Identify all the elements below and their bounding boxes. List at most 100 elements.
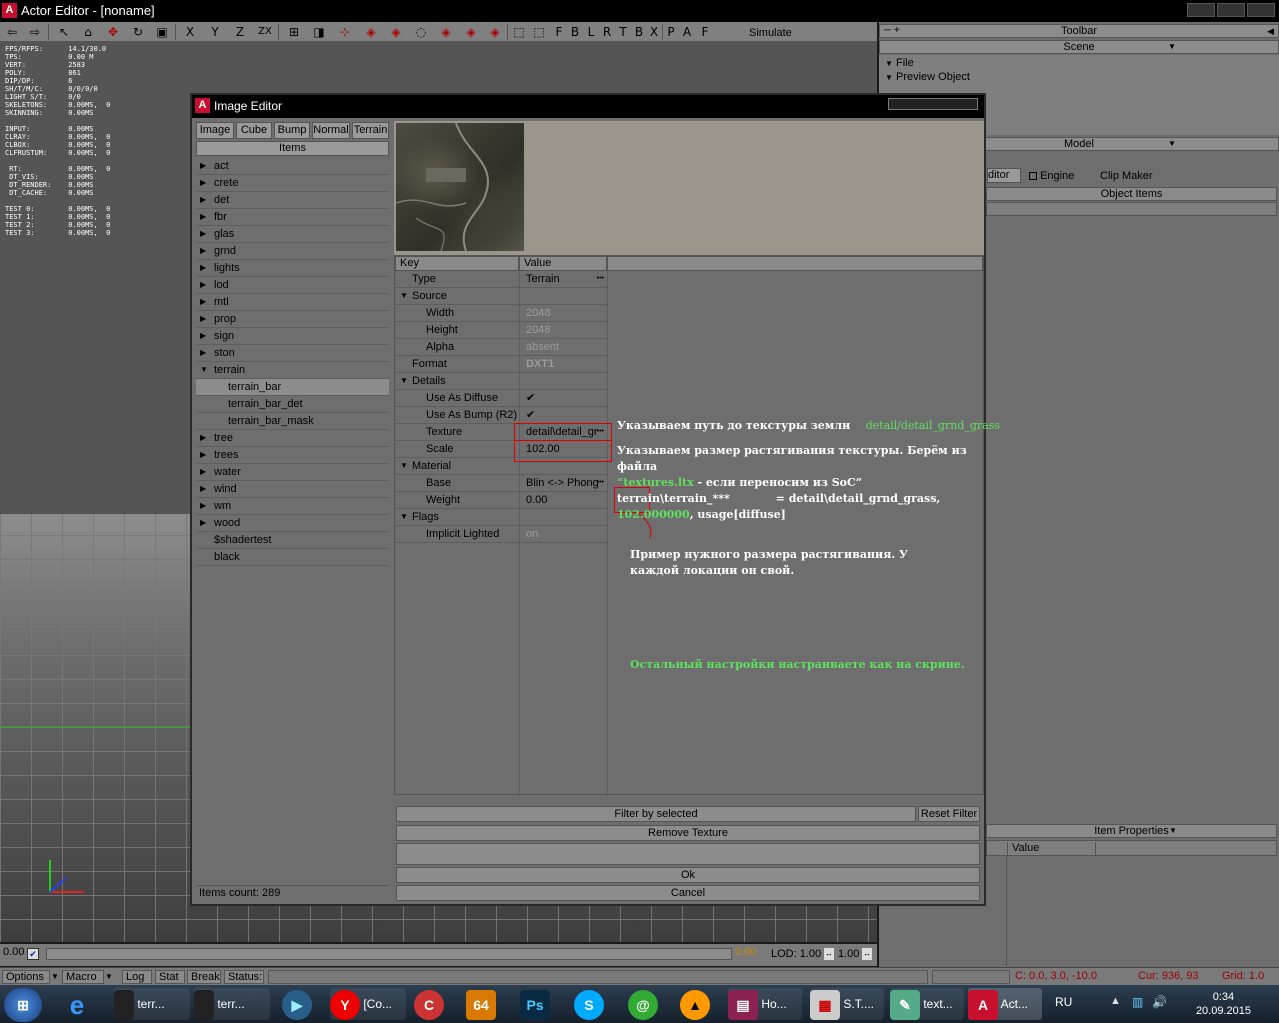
list-item[interactable]: ▶ wm [196, 498, 389, 515]
collapsed-arrow-icon[interactable]: ▶ [200, 192, 206, 208]
collapsed-arrow-icon[interactable]: ▶ [200, 328, 206, 344]
windows-start-icon[interactable]: ⊞ [4, 988, 42, 1022]
property-value[interactable]: Blin <-> Phong ••• [519, 475, 607, 492]
scene-header[interactable]: Scene ▼ [879, 40, 1279, 54]
property-row[interactable]: Height 2048 [395, 322, 607, 339]
volume-icon[interactable]: 🔊 [1152, 995, 1167, 1009]
scale-icon[interactable]: ▣ [153, 24, 171, 40]
collapsed-arrow-icon[interactable]: ▶ [200, 158, 206, 174]
scene-item-preview-object[interactable]: ▼ Preview Object [885, 71, 970, 83]
view-reset-button[interactable]: X [645, 24, 663, 40]
property-row[interactable]: ▼ Details [395, 373, 607, 390]
collapsed-arrow-icon[interactable]: ▶ [200, 464, 206, 480]
zoom-selected-icon[interactable]: ⬚ [530, 24, 548, 40]
list-item[interactable]: ▼ terrain [196, 362, 389, 379]
model-dropdown-icon[interactable]: ▼ [1168, 138, 1176, 150]
collapse-left-icon[interactable]: ◀ [1267, 25, 1274, 37]
property-value[interactable] [519, 509, 607, 526]
redo-icon[interactable]: ⇨ [26, 24, 44, 40]
options-button[interactable]: Options [2, 970, 50, 984]
property-row[interactable]: Use As Diffuse ✔ [395, 390, 607, 407]
snap-normal-icon[interactable]: ◈ [462, 24, 480, 40]
engine-checkbox[interactable]: Engine [1029, 170, 1074, 182]
tab-normal[interactable]: Normal [312, 122, 350, 139]
item-properties-header[interactable]: Item Properties ▼ [986, 824, 1277, 838]
timeline-slider[interactable] [46, 948, 732, 960]
list-item[interactable]: ▶ water [196, 464, 389, 481]
mode-a-button[interactable]: A [678, 24, 696, 40]
camera-icon[interactable]: ⌂ [79, 24, 97, 40]
axis-zx-button[interactable]: ZX [256, 24, 274, 40]
remove-texture-button[interactable]: Remove Texture [396, 825, 980, 841]
list-item[interactable]: ▶ glas [196, 226, 389, 243]
list-item[interactable]: ▶ lights [196, 260, 389, 277]
skype-task[interactable]: S [574, 988, 610, 1020]
list-item[interactable]: ▶ sign [196, 328, 389, 345]
collapsed-arrow-icon[interactable]: ▶ [200, 311, 206, 327]
tab-editor[interactable]: ditor [987, 168, 1021, 183]
log-button[interactable]: Log [122, 970, 152, 984]
list-item[interactable]: ▶ mtl [196, 294, 389, 311]
pin-icon[interactable]: ─ + [884, 25, 900, 37]
minimize-button[interactable] [1187, 3, 1215, 17]
collapsed-arrow-icon[interactable]: ▶ [200, 345, 206, 361]
collapsed-arrow-icon[interactable]: ▶ [200, 481, 206, 497]
nonuniform-icon[interactable]: ◨ [310, 24, 328, 40]
snap-edge-icon[interactable]: ◈ [486, 24, 504, 40]
ie-task[interactable]: e [62, 988, 106, 1020]
property-row[interactable]: Type Terrain ••• [395, 271, 607, 288]
taskbar-item-st[interactable]: ▦ S.T.... [810, 988, 884, 1020]
taskbar-item-text[interactable]: ✎ text... [890, 988, 964, 1020]
property-value[interactable] [519, 288, 607, 305]
collapsed-arrow-icon[interactable]: ▶ [200, 294, 206, 310]
expanded-arrow-icon[interactable]: ▼ [400, 458, 408, 474]
stat-button[interactable]: Stat [155, 970, 185, 984]
break-button[interactable]: Break [187, 970, 221, 984]
list-item[interactable]: $shadertest [196, 532, 389, 549]
property-row[interactable]: Alpha absent [395, 339, 607, 356]
aimp-task[interactable]: ▲ [680, 988, 716, 1020]
simulate-button[interactable]: Simulate [749, 27, 792, 39]
collapsed-arrow-icon[interactable]: ▶ [200, 447, 206, 463]
undo-icon[interactable]: ⇦ [3, 24, 21, 40]
filter-by-selected-button[interactable]: Filter by selected [396, 806, 916, 822]
taskbar-item-terr2[interactable]: terr... [194, 988, 270, 1020]
tray-expand-icon[interactable]: ▲ [1110, 995, 1121, 1007]
list-item[interactable]: ▶ ston [196, 345, 389, 362]
taskbar-item-ho[interactable]: ▤ Ho... [728, 988, 802, 1020]
list-item[interactable]: black [196, 549, 389, 566]
move-icon[interactable]: ✥ [104, 24, 122, 40]
list-item[interactable]: ▶ lod [196, 277, 389, 294]
taskbar-item-terr1[interactable]: terr... [114, 988, 190, 1020]
tab-cube[interactable]: Cube [236, 122, 272, 139]
list-item[interactable]: ▶ tree [196, 430, 389, 447]
csys-icon[interactable]: ⊞ [285, 24, 303, 40]
property-value[interactable] [519, 373, 607, 390]
expanded-arrow-icon[interactable]: ▼ [400, 288, 408, 304]
scene-item-file[interactable]: ▼ File [885, 57, 914, 69]
collapsed-arrow-icon[interactable]: ▶ [200, 498, 206, 514]
list-item[interactable]: ▶ fbr [196, 209, 389, 226]
lod-spin2-icon[interactable]: ↔ [862, 948, 872, 960]
rotate-icon[interactable]: ↻ [129, 24, 147, 40]
reset-filter-button[interactable]: Reset Filter [918, 806, 980, 822]
property-row[interactable]: Format DXT1 [395, 356, 607, 373]
list-item[interactable]: ▶ trees [196, 447, 389, 464]
property-row[interactable]: Use As Bump (R2) ✔ [395, 407, 607, 424]
expanded-arrow-icon[interactable]: ▼ [400, 509, 408, 525]
snap-moving-icon[interactable]: ◈ [387, 24, 405, 40]
object-items-row[interactable] [986, 202, 1277, 216]
expanded-arrow-icon[interactable]: ▼ [200, 362, 208, 378]
window-controls[interactable] [1185, 3, 1275, 17]
cancel-button[interactable]: Cancel [396, 885, 980, 901]
toolbar-header[interactable]: ─ + Toolbar ◀ [879, 24, 1279, 38]
property-row[interactable]: Width 2048 [395, 305, 607, 322]
list-item[interactable]: ▶ prop [196, 311, 389, 328]
property-row[interactable]: Base Blin <-> Phong ••• [395, 475, 607, 492]
close-button[interactable] [1247, 3, 1275, 17]
property-value[interactable]: ✔ [519, 390, 607, 407]
ellipsis-icon[interactable]: ••• [597, 271, 604, 287]
list-item[interactable]: ▶ act [196, 158, 389, 175]
list-item[interactable]: ▶ wood [196, 515, 389, 532]
mail-agent-task[interactable]: @ [628, 988, 664, 1020]
